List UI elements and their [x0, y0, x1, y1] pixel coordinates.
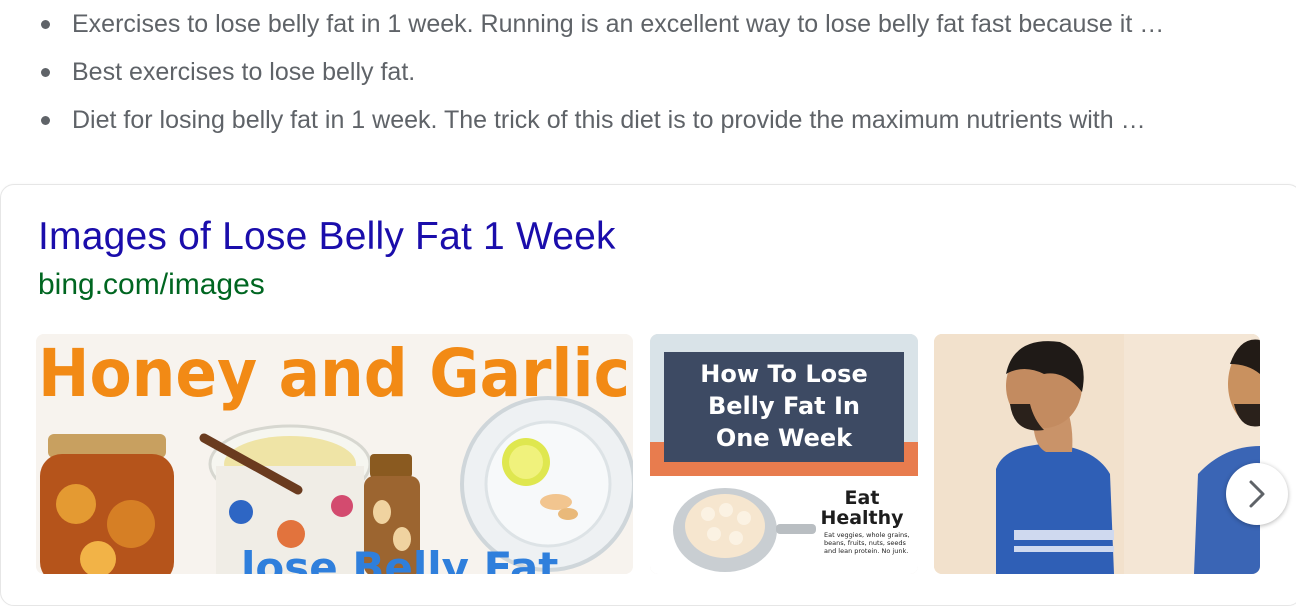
bullet-dot-icon [41, 19, 50, 29]
man-profile-image [934, 334, 1260, 574]
svg-text:Belly Fat In: Belly Fat In [708, 392, 860, 420]
svg-text:Eat: Eat [845, 487, 880, 509]
bullet-item: Diet for losing belly fat in 1 week. The… [41, 105, 1146, 135]
image-thumbnail-lose-belly-fat[interactable]: How To Lose Belly Fat In One Week Eat He… [650, 334, 918, 574]
svg-text:How To Lose: How To Lose [700, 360, 867, 388]
bullet-text: Diet for losing belly fat in 1 week. The… [72, 105, 1146, 134]
bullet-item: Exercises to lose belly fat in 1 week. R… [41, 9, 1164, 39]
images-card-title-link[interactable]: Images of Lose Belly Fat 1 Week [38, 215, 616, 259]
bullet-item: Best exercises to lose belly fat. [41, 57, 415, 87]
bullet-dot-icon [41, 67, 50, 77]
lose-belly-fat-image: How To Lose Belly Fat In One Week Eat He… [650, 334, 918, 574]
svg-text:Healthy: Healthy [820, 507, 904, 529]
honey-garlic-image: Honey and Garlic lose Belly Fat [36, 334, 633, 574]
bullet-text: Best exercises to lose belly fat. [72, 57, 416, 86]
bullet-text: Exercises to lose belly fat in 1 week. R… [72, 9, 1165, 38]
svg-text:Eat veggies, whole grains,: Eat veggies, whole grains, [824, 531, 910, 539]
image-thumbnail-man-profile[interactable] [934, 334, 1260, 574]
image-thumbnail-honey-garlic[interactable]: Honey and Garlic lose Belly Fat [36, 334, 633, 574]
chevron-right-icon [1249, 480, 1265, 508]
svg-text:One Week: One Week [716, 424, 853, 452]
images-card-url[interactable]: bing.com/images [38, 268, 265, 302]
bullet-dot-icon [41, 115, 50, 125]
svg-text:lose Belly Fat: lose Belly Fat [241, 543, 558, 574]
svg-text:beans, fruits, nuts, seeds: beans, fruits, nuts, seeds [824, 539, 907, 547]
carousel-next-button[interactable] [1226, 463, 1288, 525]
